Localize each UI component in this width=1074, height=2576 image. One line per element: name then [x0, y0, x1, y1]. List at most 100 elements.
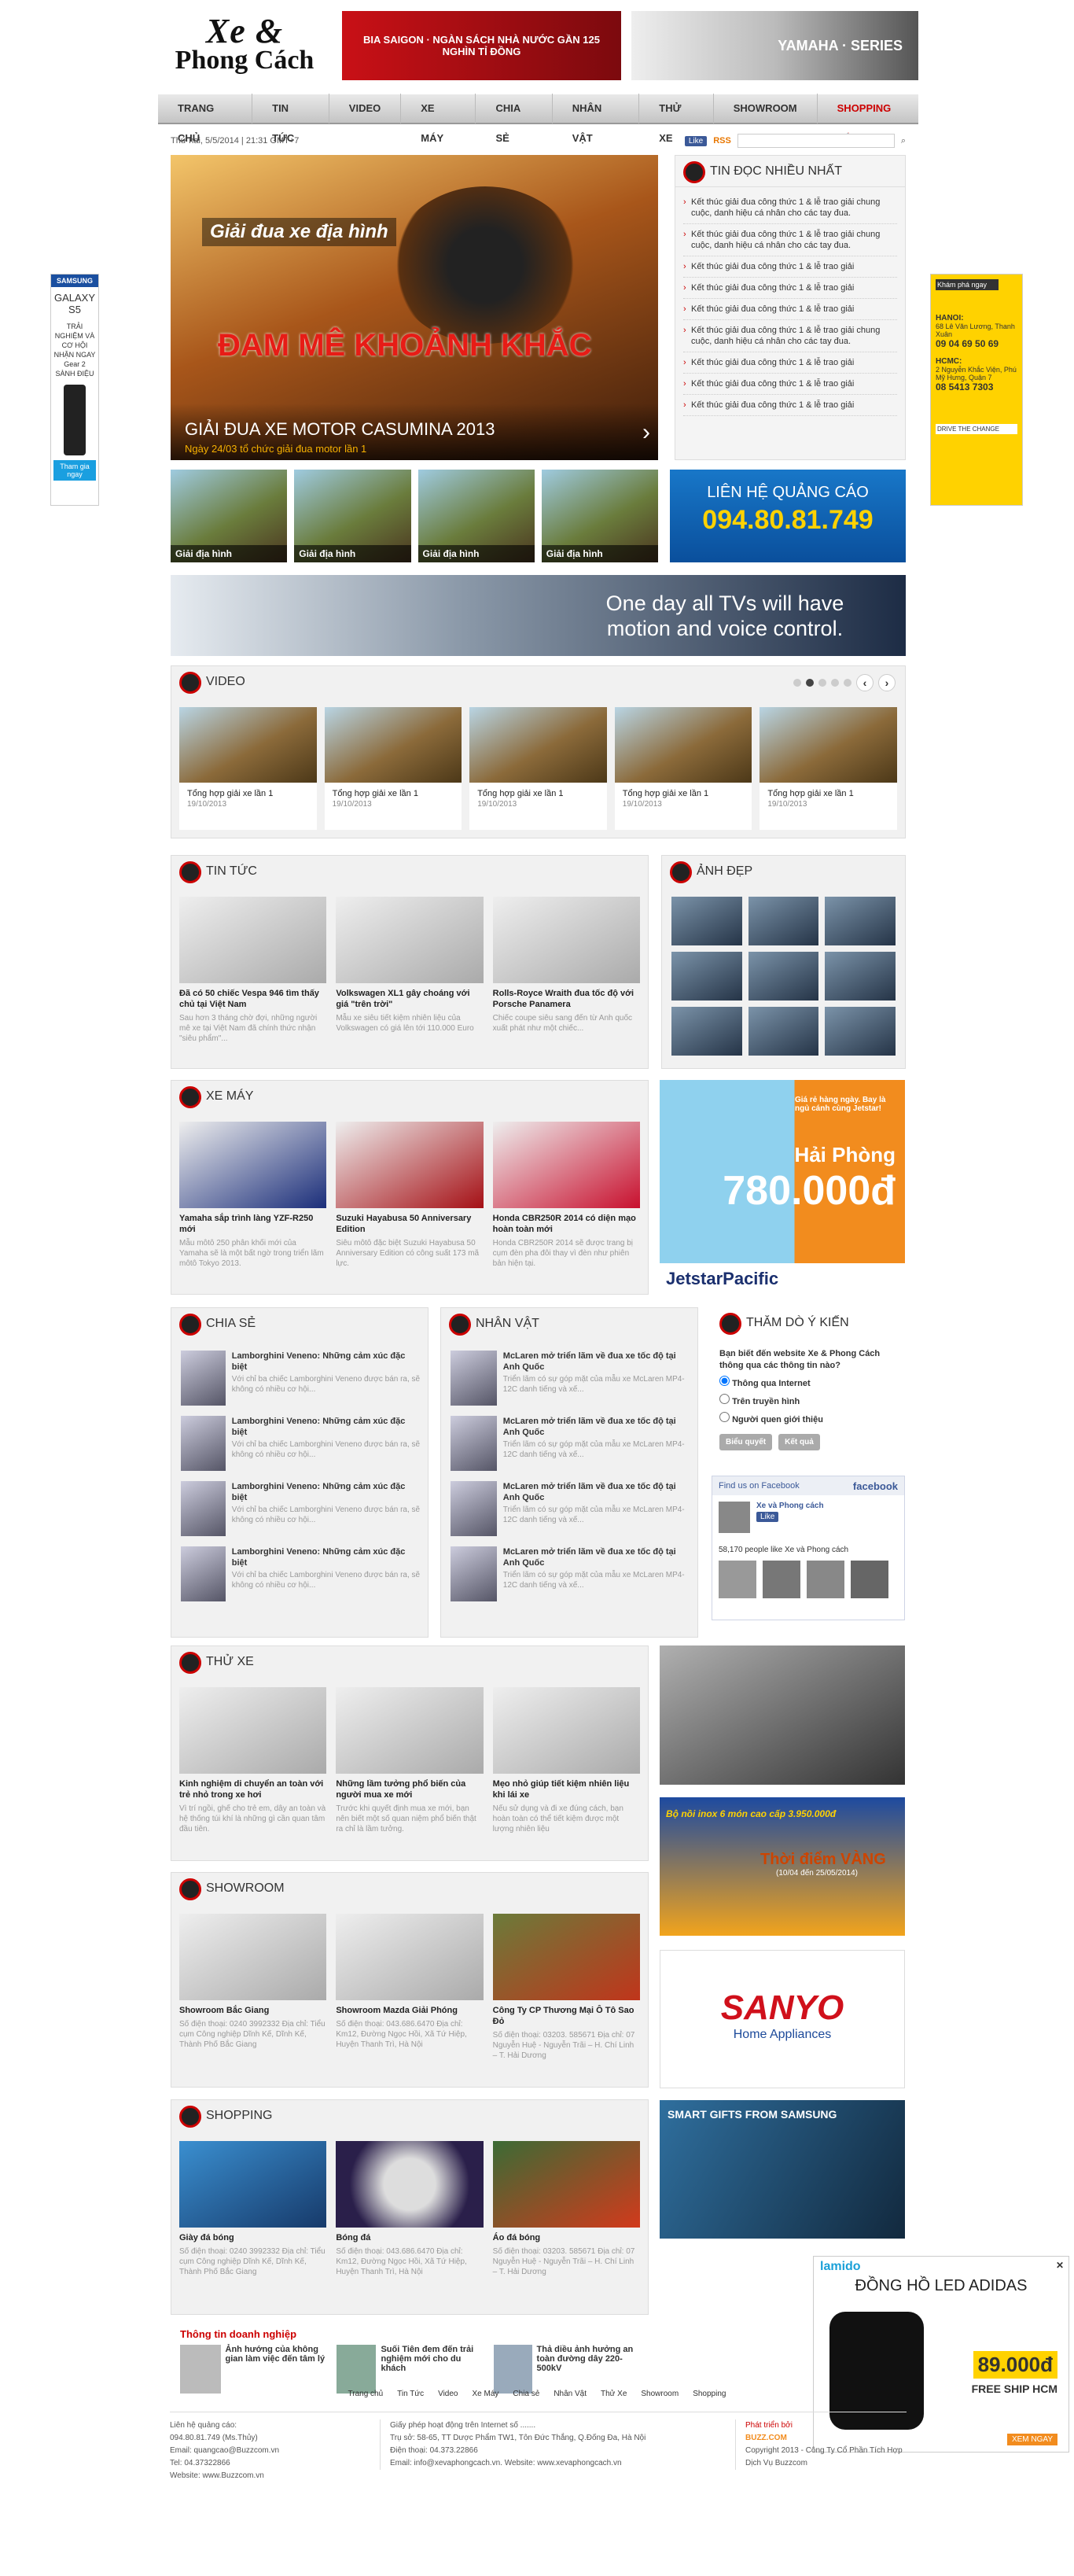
- photo-thumb[interactable]: [748, 897, 819, 945]
- slider-title[interactable]: GIẢI ĐUA XE MOTOR CASUMINA 2013: [185, 419, 644, 440]
- video-title[interactable]: Video: [206, 675, 245, 689]
- video-item[interactable]: Tổng hợp giải xe lần 1 19/10/2013: [760, 707, 897, 830]
- testdrive-title[interactable]: Thử xe: [206, 1655, 254, 1669]
- pager-dot[interactable]: [818, 679, 826, 687]
- news-item[interactable]: Volkswagen XL1 gây choáng với giá "trên …: [336, 897, 484, 1044]
- poll-option[interactable]: Trên truyền hình: [719, 1394, 897, 1408]
- photo-thumb[interactable]: [748, 1007, 819, 1056]
- shopping-item[interactable]: Giày đá bóng Số điện thoại: 0240 3992332 …: [179, 2141, 327, 2277]
- tv-banner[interactable]: One day all TVs will have motion and voi…: [171, 575, 906, 656]
- poll-radio[interactable]: [719, 1376, 730, 1386]
- pager-dot[interactable]: [806, 679, 814, 687]
- fb-like-button[interactable]: Like: [756, 1512, 779, 1522]
- most-read-item[interactable]: Kết thúc giải đua công thức 1 & lễ trao …: [683, 374, 897, 395]
- ad-contact-banner[interactable]: LIÊN HỆ QUẢNG CÁO 094.80.81.749: [670, 470, 906, 562]
- poll-option[interactable]: Thông qua Internet: [719, 1376, 897, 1390]
- footer-link[interactable]: Xe Máy: [473, 2390, 499, 2398]
- photo-thumb[interactable]: [825, 897, 896, 945]
- photo-thumb[interactable]: [748, 952, 819, 1001]
- footer-link[interactable]: Tin Tức: [397, 2390, 424, 2398]
- yamaha-banner[interactable]: YAMAHA · SERIES: [631, 11, 918, 80]
- motorbike-item[interactable]: Yamaha sắp trình làng YZF-R250 mới Mẫu mô…: [179, 1122, 327, 1269]
- fb-fan-avatar[interactable]: [807, 1561, 844, 1598]
- showroom-title[interactable]: Showroom: [206, 1881, 285, 1896]
- chevron-right-icon[interactable]: ›: [878, 674, 896, 691]
- rss-link[interactable]: RSS: [713, 136, 731, 146]
- video-item[interactable]: Tổng hợp giải xe lần 1 19/10/2013: [614, 707, 752, 830]
- footer-link[interactable]: Thử Xe: [601, 2390, 627, 2398]
- photo-title[interactable]: Ảnh đẹp: [697, 864, 752, 879]
- nav-video[interactable]: Video: [329, 94, 402, 123]
- search-input[interactable]: [737, 134, 895, 148]
- nav-motorbike[interactable]: Xe máy: [401, 94, 476, 144]
- site-logo[interactable]: Xe & Phong Cách: [158, 11, 331, 79]
- photo-thumb[interactable]: [671, 897, 742, 945]
- fb-fan-avatar[interactable]: [851, 1561, 888, 1598]
- people-item[interactable]: McLaren mở triển lãm về đua xe tốc độ tạ…: [451, 1411, 691, 1476]
- sanyo-ad[interactable]: SANYO Home Appliances: [660, 1950, 905, 2088]
- share-item[interactable]: Lamborghini Veneno: Những cảm xúc đặc bi…: [181, 1476, 421, 1542]
- results-button[interactable]: Kết quả: [778, 1434, 820, 1450]
- footer-link[interactable]: Showroom: [641, 2390, 679, 2398]
- most-read-item[interactable]: Kết thúc giải đua công thức 1 & lễ trao …: [683, 256, 897, 278]
- footer-link[interactable]: Video: [438, 2390, 458, 2398]
- most-read-item[interactable]: Kết thúc giải đua công thức 1 & lễ trao …: [683, 395, 897, 416]
- share-item[interactable]: Lamborghini Veneno: Những cảm xúc đặc bi…: [181, 1542, 421, 1607]
- pager-dot[interactable]: [793, 679, 801, 687]
- fb-page-name[interactable]: Xe và Phong cách: [756, 1502, 824, 1510]
- most-read-item[interactable]: Kết thúc giải đua công thức 1 & lễ trao …: [683, 192, 897, 224]
- nav-home[interactable]: Trang chủ: [158, 94, 253, 144]
- samsung-side-ad[interactable]: SAMSUNG GALAXY S5 TRẢI NGHIỆM VÀ CƠ HỘI …: [50, 274, 99, 506]
- nav-share[interactable]: Chia sẻ: [476, 94, 553, 144]
- fb-page-avatar[interactable]: [719, 1502, 750, 1533]
- buzzcom-logo[interactable]: BUZZ.COM: [745, 2432, 908, 2445]
- most-read-item[interactable]: Kết thúc giải đua công thức 1 & lễ trao …: [683, 299, 897, 320]
- share-item[interactable]: Lamborghini Veneno: Những cảm xúc đặc bi…: [181, 1411, 421, 1476]
- nav-showroom[interactable]: Showroom: [714, 94, 818, 123]
- nav-shopping[interactable]: Shopping 🛒: [818, 94, 918, 144]
- testdrive-item[interactable]: Mẹo nhỏ giúp tiết kiệm nhiên liệu khi lá…: [492, 1687, 640, 1834]
- business-item[interactable]: Ảnh hướng của không gian làm việc đến tâ…: [180, 2345, 326, 2394]
- thumb-item[interactable]: Giải địa hình: [171, 470, 288, 562]
- footer-link[interactable]: Trang chủ: [348, 2390, 384, 2398]
- chevron-right-icon[interactable]: ›: [642, 419, 650, 446]
- vote-button[interactable]: Biểu quyết: [719, 1434, 773, 1450]
- news-title[interactable]: Tin tức: [206, 864, 257, 879]
- business-item[interactable]: Suối Tiên đem đến trải nghiệm mới cho du…: [337, 2345, 482, 2394]
- video-item[interactable]: Tổng hợp giải xe lần 1 19/10/2013: [469, 707, 607, 830]
- poll-radio[interactable]: [719, 1394, 730, 1404]
- showroom-item[interactable]: Công Ty CP Thương Mại Ô Tô Sao Đỏ Số điện…: [492, 1914, 640, 2061]
- most-read-item[interactable]: Kết thúc giải đua công thức 1 & lễ trao …: [683, 352, 897, 374]
- people-item[interactable]: McLaren mở triển lãm về đua xe tốc độ tạ…: [451, 1476, 691, 1542]
- shopping-title[interactable]: Shopping: [206, 2109, 272, 2123]
- footer-link[interactable]: Chia sẻ: [513, 2390, 539, 2398]
- pager-dot[interactable]: [844, 679, 851, 687]
- poll-radio[interactable]: [719, 1412, 730, 1422]
- shopping-item[interactable]: Bóng đá Số điện thoại: 043.686.6470 Địa c…: [336, 2141, 484, 2277]
- most-read-item[interactable]: Kết thúc giải đua công thức 1 & lễ trao …: [683, 224, 897, 256]
- pager-dot[interactable]: [831, 679, 839, 687]
- people-item[interactable]: McLaren mở triển lãm về đua xe tốc độ tạ…: [451, 1542, 691, 1607]
- jetstar-ad[interactable]: Giá rẻ hàng ngày. Bay là ngủ cánh cùng J…: [660, 1080, 905, 1295]
- photo-thumb[interactable]: [671, 1007, 742, 1056]
- showroom-item[interactable]: Showroom Bắc Giang Số điện thoại: 0240 39…: [179, 1914, 327, 2061]
- most-read-item[interactable]: Kết thúc giải đua công thức 1 & lễ trao …: [683, 278, 897, 299]
- popup-view-button[interactable]: XEM NGAY: [1006, 2434, 1057, 2445]
- motorbike-title[interactable]: Xe máy: [206, 1089, 253, 1104]
- peugeot-side-ad[interactable]: Khám phá ngay HANOI: 68 Lê Văn Lương, Th…: [930, 274, 1023, 506]
- fb-fan-avatar[interactable]: [719, 1561, 756, 1598]
- share-item[interactable]: Lamborghini Veneno: Những cảm xúc đặc bi…: [181, 1346, 421, 1411]
- fb-like-button[interactable]: Like: [684, 135, 708, 146]
- video-item[interactable]: Tổng hợp giải xe lần 1 19/10/2013: [324, 707, 462, 830]
- testdrive-item[interactable]: Kinh nghiệm di chuyển an toàn với trẻ nh…: [179, 1687, 327, 1834]
- business-item[interactable]: Thả diều ảnh hưởng an toàn đường dây 220…: [493, 2345, 639, 2394]
- video-item[interactable]: Tổng hợp giải xe lần 1 19/10/2013: [179, 707, 317, 830]
- thumb-item[interactable]: Giải địa hình: [417, 470, 535, 562]
- news-item[interactable]: Đã có 50 chiếc Vespa 946 tìm thấy chủ tạ…: [179, 897, 327, 1044]
- fb-fan-avatar[interactable]: [763, 1561, 800, 1598]
- thumb-item[interactable]: Giải địa hình: [541, 470, 658, 562]
- showroom-item[interactable]: Showroom Mazda Giải Phóng Số điện thoại: …: [336, 1914, 484, 2061]
- shopping-item[interactable]: Áo đá bóng Số điện thoại: 03203. 585671 Đ…: [492, 2141, 640, 2277]
- photo-thumb[interactable]: [671, 952, 742, 1001]
- people-item[interactable]: McLaren mở triển lãm về đua xe tốc độ tạ…: [451, 1346, 691, 1411]
